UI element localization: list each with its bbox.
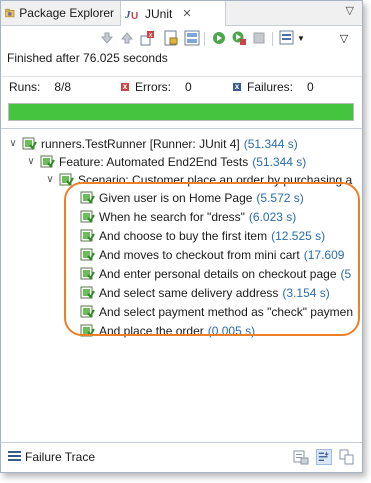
scroll-lock-icon[interactable] (163, 30, 179, 46)
tree-item-label: And place the order (99, 323, 204, 338)
junit-view: Package Explorer J U JUnit ✕ ▽ x ▼ ▽ Fin… (0, 0, 363, 473)
test-tree[interactable]: ∨ runners.TestRunner [Runner: JUnit 4] (… (1, 131, 362, 441)
test-passed-icon (80, 324, 95, 337)
error-icon: x (121, 82, 129, 91)
stop-icon[interactable] (251, 30, 267, 46)
chevron-down-icon[interactable]: ▼ (296, 30, 306, 46)
close-icon[interactable]: ✕ (182, 7, 191, 20)
test-passed-icon (80, 210, 95, 223)
tree-item-time: (0.005 s) (207, 323, 256, 338)
test-passed-icon (80, 191, 95, 204)
test-passed-icon (80, 286, 95, 299)
tree-item-step[interactable]: And choose to buy the first item (12.525… (80, 226, 325, 245)
copy-trace-icon[interactable] (339, 449, 355, 465)
tree-item-label: And select same delivery address (99, 285, 279, 300)
errors-value: 0 (185, 80, 192, 94)
tree-item-step[interactable]: When he search for "dress" (6.023 s) (80, 207, 296, 226)
failure-trace-icon (8, 451, 21, 461)
tree-item-label: And select payment method as "check" pay… (99, 304, 353, 319)
tree-item-time: (17.609 (303, 247, 345, 262)
tree-item-step[interactable]: And select payment method as "check" pay… (80, 302, 357, 321)
svg-text:x: x (149, 31, 153, 39)
test-passed-icon (80, 248, 95, 261)
failures-counter: x Failures: 0 (233, 80, 314, 94)
rerun-failed-first-icon[interactable] (231, 30, 247, 46)
test-suite-passed-icon (59, 173, 74, 186)
tab-junit-label: JUnit (145, 6, 173, 21)
chevron-down-icon[interactable]: ∨ (44, 174, 56, 186)
test-passed-icon (80, 267, 95, 280)
tree-item-step[interactable]: And moves to checkout from mini cart (17… (80, 245, 344, 264)
status-message: Finished after 76.025 seconds (7, 51, 168, 65)
tree-item-step[interactable]: Given user is on Home Page (5.572 s) (80, 188, 304, 207)
tree-item-step[interactable]: And enter personal details on checkout p… (80, 264, 351, 283)
tree-item-feature[interactable]: ∨ Feature: Automated End2End Tests (51.3… (25, 152, 306, 171)
tree-item-label: Scenario: Customer place an order by pur… (78, 172, 353, 187)
junit-icon: J U (125, 9, 138, 21)
tree-item-label: When he search for "dress" (99, 209, 245, 224)
tree-item-label: And moves to checkout from mini cart (99, 247, 300, 262)
tree-item-scenario[interactable]: ∨ Scenario: Customer place an order by p… (44, 170, 352, 189)
failure-trace-label: Failure Trace (25, 450, 96, 464)
junit-toolbar: x ▼ ▽ (1, 26, 362, 51)
test-suite-passed-icon (40, 155, 55, 168)
tree-item-time: (12.525 s) (271, 228, 326, 243)
tab-junit[interactable]: J U JUnit ✕ (120, 1, 226, 26)
failure-icon: x (233, 82, 241, 91)
filter-stack-trace-icon[interactable] (316, 449, 332, 465)
progress-bar-fill (9, 104, 353, 120)
tree-item-label: Feature: Automated End2End Tests (59, 154, 249, 169)
show-failures-only-icon[interactable]: x (140, 30, 156, 46)
layout-icon[interactable] (184, 30, 200, 46)
tree-item-time: (51.344 s) (252, 154, 307, 169)
tree-item-label: And enter personal details on checkout p… (99, 266, 337, 281)
svg-text:U: U (131, 11, 138, 21)
next-failure-icon[interactable] (99, 30, 115, 46)
errors-label: Errors: (135, 80, 171, 94)
tree-item-label: And choose to buy the first item (99, 228, 268, 243)
test-suite-passed-icon (22, 137, 37, 150)
tree-item-time: (5.572 s) (256, 190, 304, 205)
errors-counter: x Errors: 0 (121, 80, 192, 94)
compare-results-icon[interactable] (293, 449, 309, 465)
tab-package-explorer-label: Package Explorer (19, 6, 114, 20)
package-explorer-icon (5, 8, 15, 18)
tree-item-time: (3.154 s) (282, 285, 330, 300)
tree-item-label: Given user is on Home Page (99, 190, 253, 205)
test-passed-icon (80, 229, 95, 242)
failure-trace-bar: Failure Trace (1, 442, 362, 471)
view-tab-bar: Package Explorer J U JUnit ✕ ▽ (1, 1, 362, 26)
view-menu-icon[interactable]: ▽ (336, 30, 352, 46)
runs-counter: Runs: 8/8 (9, 80, 71, 94)
test-passed-icon (80, 305, 95, 318)
tree-item-runner[interactable]: ∨ runners.TestRunner [Runner: JUnit 4] (… (7, 134, 298, 153)
chevron-down-icon[interactable]: ∨ (25, 156, 37, 168)
tab-package-explorer[interactable]: Package Explorer (1, 1, 120, 25)
minimize-icon[interactable]: ▽ (346, 4, 354, 17)
counter-panel: Runs: 8/8 x Errors: 0 x Failures: 0 (1, 76, 362, 97)
tree-item-time: (51.344 s) (243, 136, 298, 151)
rerun-icon[interactable] (211, 30, 227, 46)
progress-bar (8, 103, 354, 121)
tree-item-step[interactable]: And select same delivery address (3.154 … (80, 283, 330, 302)
failures-value: 0 (307, 80, 314, 94)
tree-item-time: (5 (340, 266, 352, 281)
test-run-history-icon[interactable] (279, 30, 295, 46)
tree-item-step[interactable]: And place the order (0.005 s) (80, 321, 255, 340)
runs-value: 8/8 (54, 80, 72, 94)
chevron-down-icon[interactable]: ∨ (7, 138, 19, 150)
runs-label: Runs: (9, 80, 41, 94)
tree-item-label: runners.TestRunner [Runner: JUnit 4] (41, 136, 240, 151)
previous-failure-icon[interactable] (119, 30, 135, 46)
tree-item-time: (6.023 s) (248, 209, 297, 224)
failures-label: Failures: (247, 80, 294, 94)
